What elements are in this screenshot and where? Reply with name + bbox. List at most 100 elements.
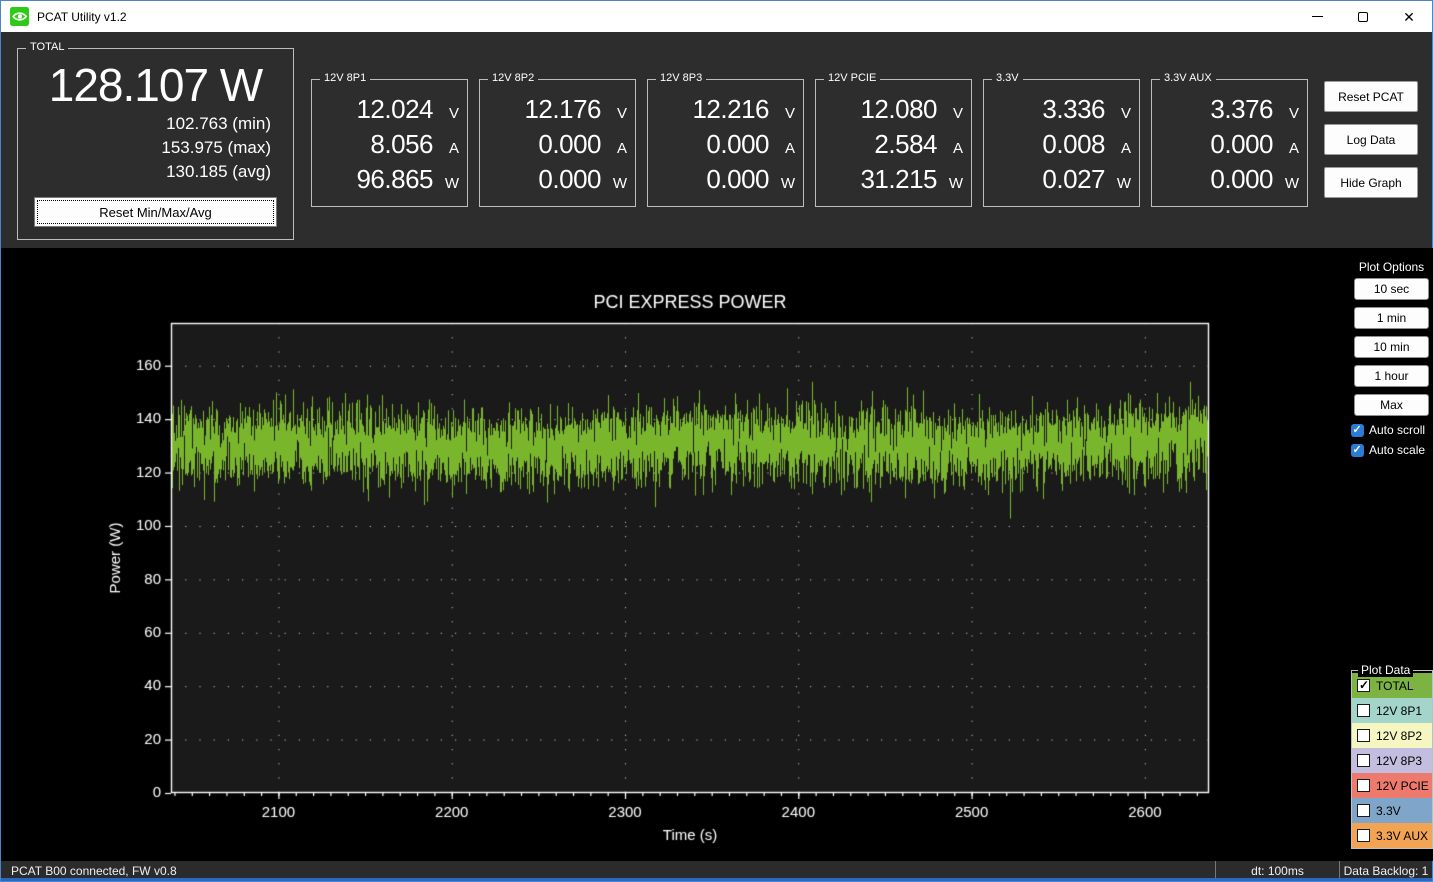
volts-unit: V (448, 105, 459, 122)
nvidia-logo-icon (10, 7, 29, 26)
checkbox-icon (1351, 443, 1364, 457)
channel-panel-12v-pcie: 12V PCIE 12.080 V 2.584 A 31.215 W (815, 72, 972, 207)
volts-value: 3.336 (1042, 94, 1105, 124)
window-title: PCAT Utility v1.2 (37, 9, 127, 24)
watts-unit: W (1116, 175, 1131, 192)
checkbox-icon (1357, 804, 1370, 817)
total-power-value: 128.107 W (48, 59, 263, 111)
volts-unit: V (616, 105, 627, 122)
plot-range-max-button[interactable]: Max (1354, 394, 1429, 416)
amps-value: 0.000 (706, 129, 769, 159)
title-bar: PCAT Utility v1.2 ✕ (1, 1, 1432, 32)
checkbox-icon (1357, 754, 1370, 767)
amps-unit: A (1288, 140, 1299, 157)
legend-label: 3.3V AUX (1376, 828, 1429, 843)
legend-label: 12V 8P3 (1376, 753, 1423, 768)
volts-value: 12.216 (692, 94, 769, 124)
watts-value: 0.027 (1042, 164, 1105, 194)
maximize-icon (1358, 11, 1368, 22)
channel-label: 3.3V AUX (1160, 72, 1216, 84)
plot-range-1min-button[interactable]: 1 min (1354, 307, 1429, 329)
watts-unit: W (780, 175, 795, 192)
watts-unit: W (1284, 175, 1299, 192)
volts-unit: V (1120, 105, 1131, 122)
log-data-button[interactable]: Log Data (1324, 124, 1418, 155)
watts-unit: W (612, 175, 627, 192)
plot-options-title: Plot Options (1358, 260, 1425, 274)
watts-unit: W (444, 175, 459, 192)
legend-row-12v-8p2[interactable]: 12V 8P2 (1352, 723, 1432, 748)
metrics-panel: TOTAL 128.107 W 102.763 (min) 153.975 (m… (1, 32, 1432, 248)
total-avg-value: 130.185 (avg) (166, 161, 271, 181)
channel-panel-12v-8p1: 12V 8P1 12.024 V 8.056 A 96.865 W (311, 72, 468, 207)
hide-graph-button[interactable]: Hide Graph (1324, 167, 1418, 198)
close-button[interactable]: ✕ (1386, 1, 1432, 32)
legend-row-3v3-aux[interactable]: 3.3V AUX (1352, 823, 1432, 848)
reset-pcat-button[interactable]: Reset PCAT (1324, 81, 1418, 112)
auto-scroll-checkbox[interactable]: Auto scroll (1351, 423, 1433, 437)
watts-value: 96.865 (356, 164, 433, 194)
checkbox-icon (1357, 829, 1370, 842)
legend-label: TOTAL (1376, 678, 1414, 693)
volts-value: 12.080 (860, 94, 937, 124)
plot-data-title: Plot Data (1358, 663, 1414, 677)
total-groupbox: TOTAL 128.107 W 102.763 (min) 153.975 (m… (17, 41, 294, 240)
close-icon: ✕ (1403, 8, 1415, 25)
auto-scale-label: Auto scale (1369, 443, 1426, 457)
checkbox-icon (1351, 423, 1364, 437)
minimize-button[interactable] (1294, 1, 1340, 32)
legend-row-3v3[interactable]: 3.3V (1352, 798, 1432, 823)
plot-sidebar: Plot Options 10 sec 1 min 10 min 1 hour … (1349, 248, 1433, 861)
channel-panel-12v-8p3: 12V 8P3 12.216 V 0.000 A 0.000 W (647, 72, 804, 207)
auto-scale-checkbox[interactable]: Auto scale (1351, 443, 1433, 457)
minimize-icon (1311, 16, 1323, 17)
total-max-value: 153.975 (max) (161, 137, 271, 157)
checkbox-icon (1357, 779, 1370, 792)
graph-area: Plot Options 10 sec 1 min 10 min 1 hour … (1, 248, 1433, 861)
amps-unit: A (448, 140, 459, 157)
amps-value: 0.000 (1210, 129, 1273, 159)
amps-unit: A (616, 140, 627, 157)
connection-status: PCAT B00 connected, FW v0.8 (11, 863, 177, 878)
amps-value: 0.000 (538, 129, 601, 159)
power-chart (1, 248, 1349, 861)
channel-panel-12v-8p2: 12V 8P2 12.176 V 0.000 A 0.000 W (479, 72, 636, 207)
volts-value: 3.376 (1210, 94, 1273, 124)
legend-label: 12V 8P1 (1376, 703, 1423, 718)
plot-range-10min-button[interactable]: 10 min (1354, 336, 1429, 358)
channel-panel-3v3-aux: 3.3V AUX 3.376 V 0.000 A 0.000 W (1151, 72, 1308, 207)
amps-unit: A (1120, 140, 1131, 157)
legend-row-12v-pcie[interactable]: 12V PCIE (1352, 773, 1432, 798)
checkbox-icon (1357, 678, 1370, 692)
volts-value: 12.024 (356, 94, 433, 124)
auto-scroll-label: Auto scroll (1369, 423, 1426, 437)
plot-range-10sec-button[interactable]: 10 sec (1354, 278, 1429, 300)
legend-row-12v-8p3[interactable]: 12V 8P3 (1352, 748, 1432, 773)
total-groupbox-label: TOTAL (26, 41, 69, 53)
volts-unit: V (952, 105, 963, 122)
channel-label: 3.3V (992, 72, 1023, 84)
total-min-value: 102.763 (min) (166, 113, 271, 133)
channel-label: 12V 8P1 (320, 72, 371, 84)
amps-unit: A (784, 140, 795, 157)
watts-unit: W (948, 175, 963, 192)
reset-min-max-avg-button[interactable]: Reset Min/Max/Avg (34, 197, 277, 227)
volts-unit: V (784, 105, 795, 122)
plot-range-1hour-button[interactable]: 1 hour (1354, 365, 1429, 387)
watts-value: 0.000 (706, 164, 769, 194)
channel-panel-3v3: 3.3V 3.336 V 0.008 A 0.027 W (983, 72, 1140, 207)
legend-row-12v-8p1[interactable]: 12V 8P1 (1352, 698, 1432, 723)
watts-value: 31.215 (860, 164, 937, 194)
maximize-button[interactable] (1340, 1, 1386, 32)
window-accent-border (1, 878, 1432, 881)
channel-label: 12V PCIE (824, 72, 881, 84)
watts-value: 0.000 (538, 164, 601, 194)
checkbox-icon (1357, 729, 1370, 742)
amps-value: 8.056 (370, 129, 433, 159)
checkbox-icon (1357, 704, 1370, 717)
channel-label: 12V 8P3 (656, 72, 707, 84)
legend-label: 3.3V (1376, 803, 1401, 818)
plot-data-groupbox: Plot Data TOTAL 12V 8P1 12V 8P2 12V 8P3 … (1351, 663, 1433, 849)
amps-unit: A (952, 140, 963, 157)
legend-label: 12V PCIE (1376, 778, 1429, 793)
